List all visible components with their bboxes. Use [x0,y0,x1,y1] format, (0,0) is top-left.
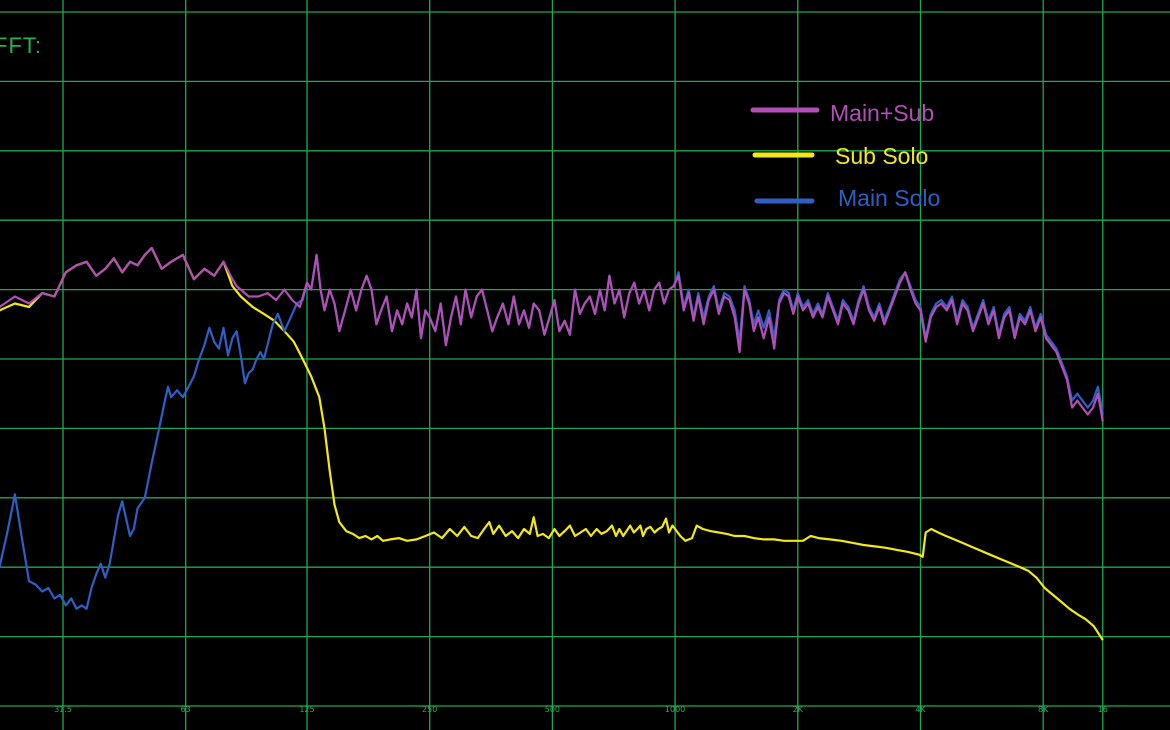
legend-label-main-solo: Main Solo [838,185,940,211]
x-tick-label: 63 [181,705,191,714]
x-tick-label: 1000 [665,705,685,714]
x-tick-label: 16 [1098,705,1108,714]
x-tick-label: 125 [299,705,314,714]
x-tick-label: 31.5 [54,705,72,714]
x-tick-label: 250 [422,705,437,714]
legend-label-sub-solo: Sub Solo [835,143,928,169]
x-tick-label: 2K [793,705,804,714]
x-tick-label: 500 [545,705,560,714]
plot-background [0,0,1170,730]
x-tick-label: 4K [915,705,926,714]
fft-chart: FFT: 31.5 63 125 250 500 1000 2K 4K 8K 16 Main+Su… [0,0,1170,730]
fft-label: FFT: [0,33,42,58]
x-tick-label: 8K [1038,705,1049,714]
legend-label-main-sub: Main+Sub [830,100,934,126]
